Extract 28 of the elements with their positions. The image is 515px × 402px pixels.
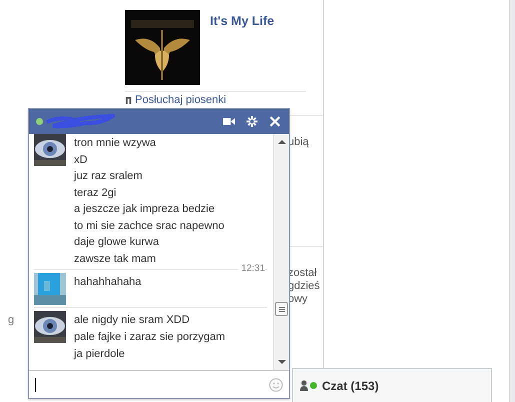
chat-message: ale nigdy nie sram XDD	[74, 313, 191, 328]
close-icon[interactable]	[269, 116, 281, 127]
chat-message: daje glowe kurwa	[74, 235, 160, 250]
chat-message: juz raz sralem	[74, 169, 144, 184]
settings-icon[interactable]	[246, 116, 258, 127]
scroll-down-icon[interactable]	[278, 360, 286, 365]
chat-message: pale fajke i zaraz sie porzygam	[74, 330, 226, 345]
chat-message: teraz 2gi	[74, 186, 118, 200]
chat-message: zawsze tak mam	[74, 252, 157, 266]
chat-message: xD	[74, 152, 88, 168]
post-text: g	[8, 314, 14, 326]
chat-message: tron mnie wzywa	[74, 136, 157, 151]
music-note-icon	[125, 95, 132, 105]
chat-message: hahahhahaha	[74, 275, 142, 290]
chat-message: a jeszcze jak impreza bedzie	[74, 202, 216, 217]
message-time: 12:31	[238, 263, 265, 274]
chat-message: ja pierdole	[74, 347, 126, 362]
chat-header[interactable]	[29, 109, 289, 134]
chat-message: to mi sie zachce srac napewno	[74, 218, 224, 234]
video-camera-icon[interactable]	[223, 116, 235, 127]
scroll-thumb[interactable]	[275, 302, 288, 316]
scrollbar[interactable]	[273, 134, 289, 370]
song-title[interactable]: It's My Life	[210, 14, 274, 85]
scroll-up-icon[interactable]	[278, 139, 286, 144]
chat-bar[interactable]: Czat (153)	[292, 368, 492, 402]
person-icon	[300, 380, 308, 391]
redaction-scribble	[45, 114, 115, 130]
listen-link[interactable]: Posłuchaj piosenki	[125, 94, 306, 106]
